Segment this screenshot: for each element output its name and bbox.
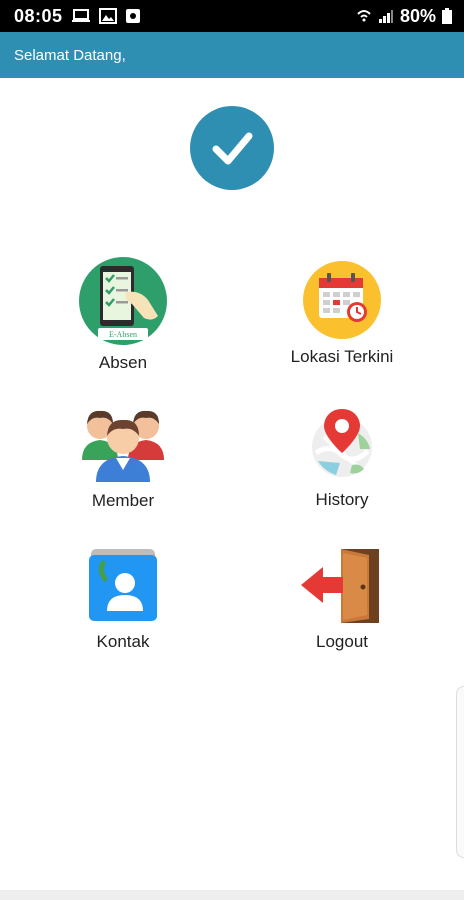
app-bar: Selamat Datang, xyxy=(0,32,464,78)
calendar-icon xyxy=(267,260,417,345)
menu-item-label: History xyxy=(315,490,369,509)
group-icon xyxy=(48,400,198,489)
map-pin-icon xyxy=(267,403,417,488)
door-exit-icon xyxy=(267,545,417,630)
status-bar-left: 08:05 xyxy=(14,6,141,27)
menu-item-label: Lokasi Terkini xyxy=(290,347,394,366)
laptop-icon xyxy=(71,8,91,24)
navigation-bar xyxy=(0,890,464,900)
status-bar: 08:05 80% xyxy=(0,0,464,32)
status-bar-right: 80% xyxy=(356,6,452,27)
menu-item-absen[interactable]: E-Absen Absen xyxy=(48,256,198,373)
wifi-icon xyxy=(356,8,372,24)
battery-icon xyxy=(442,8,452,24)
signal-icon xyxy=(378,8,394,24)
menu-item-history[interactable]: History xyxy=(267,403,417,510)
edge-panel-handle[interactable] xyxy=(456,686,464,858)
battery-level: 80% xyxy=(399,5,436,26)
menu-item-label: Member xyxy=(91,491,155,510)
app-bar-title: Selamat Datang, xyxy=(14,46,126,64)
menu-item-label: Kontak xyxy=(96,632,150,651)
check-icon xyxy=(190,106,274,190)
e-absen-icon: E-Absen xyxy=(48,256,198,351)
e-absen-logo-text: E-Absen xyxy=(109,330,137,339)
status-time: 08:05 xyxy=(14,5,63,26)
menu-item-label: Absen xyxy=(98,353,148,372)
menu-item-member[interactable]: Member xyxy=(48,400,198,511)
menu-item-label: Logout xyxy=(316,632,368,651)
menu-item-logout[interactable]: Logout xyxy=(267,545,417,652)
image-icon xyxy=(98,8,117,24)
menu-item-kontak[interactable]: Kontak xyxy=(48,545,198,652)
menu-item-lokasi-terkini[interactable]: Lokasi Terkini xyxy=(267,260,417,367)
app-notification-icon xyxy=(125,8,141,24)
contact-icon xyxy=(48,545,198,630)
